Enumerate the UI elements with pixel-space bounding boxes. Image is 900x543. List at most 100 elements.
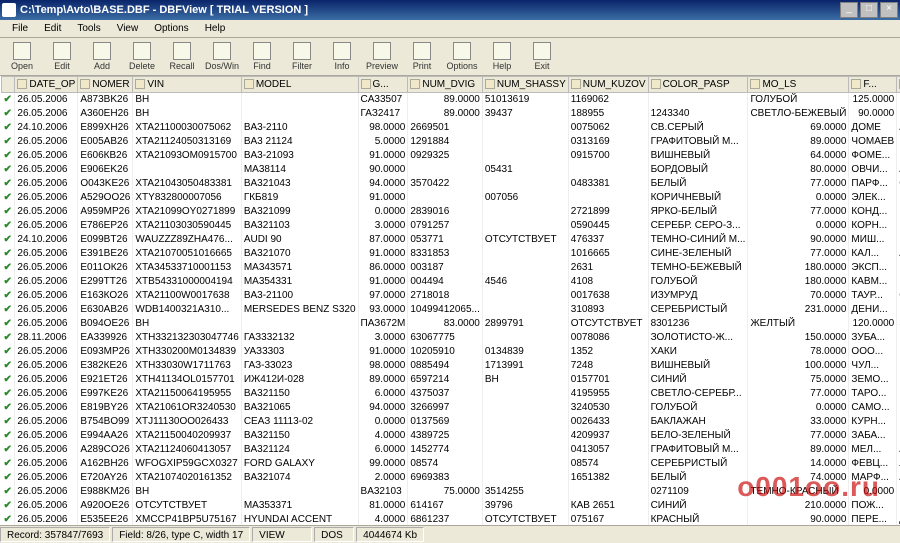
cell: BA3-21100 [241, 289, 358, 303]
col-header[interactable]: MO_LS [748, 77, 849, 93]
tool-edit[interactable]: Edit [42, 39, 82, 75]
tool-print[interactable]: Print [402, 39, 442, 75]
tool-help[interactable]: Help [482, 39, 522, 75]
table-row[interactable]: ✔26.05.2006E921ET26XTH41134ОL0157701ИЖ41… [1, 373, 900, 387]
cell: E988KM26 [78, 485, 133, 499]
tool-recall[interactable]: Recall [162, 39, 202, 75]
cell: WFOGXIP59GCX0327 [133, 457, 241, 471]
tool-open[interactable]: Open [2, 39, 42, 75]
table-row[interactable]: ✔26.05.2006E906EK26MA3811490.000005431БО… [1, 163, 900, 177]
tool-find[interactable]: Find [242, 39, 282, 75]
col-header[interactable]: COLOR_PASP [648, 77, 748, 93]
cell: ИЖ412И-028 [241, 373, 358, 387]
table-row[interactable]: ✔26.05.2006A162BH26WFOGXIP59GCX0327FORD … [1, 457, 900, 471]
tool-info[interactable]: Info [322, 39, 362, 75]
menu-file[interactable]: File [4, 21, 36, 36]
table-row[interactable]: ✔26.05.2006E997KE26XTA21150064195955BA32… [1, 387, 900, 401]
cell: 8331853 [408, 247, 483, 261]
cell: БЕЛЫЙ [648, 177, 748, 191]
col-header[interactable]: F... [849, 77, 897, 93]
cell: BA321099 [241, 205, 358, 219]
cell [241, 317, 358, 331]
cell: 1713991 [482, 359, 568, 373]
tool-delete[interactable]: Delete [122, 39, 162, 75]
menu-options[interactable]: Options [146, 21, 196, 36]
cell: 6969383 [408, 471, 483, 485]
cell: КОНД... [849, 205, 897, 219]
cell: СЕРЕБР. СЕРО-З... [648, 219, 748, 233]
maximize-button[interactable]: □ [860, 2, 878, 18]
table-row[interactable]: ✔26.05.2006E630AB26WDB1400321A310...MERS… [1, 303, 900, 317]
table-row[interactable]: ✔26.05.2006A920OE26ОТСУТСТВУЕТMA35337181… [1, 499, 900, 513]
col-header[interactable]: NUM_SHASSY [482, 77, 568, 93]
cell: 1352 [568, 345, 648, 359]
table-row[interactable]: ✔26.05.2006A873BK26BHCA3350789.000051013… [1, 93, 900, 107]
cell: E163КО26 [78, 289, 133, 303]
edit-icon [53, 42, 71, 60]
col-header[interactable] [1, 77, 15, 93]
menu-tools[interactable]: Tools [69, 21, 108, 36]
cell: O043KE26 [78, 177, 133, 191]
table-row[interactable]: ✔26.05.2006E011ОК26XTA34533710001153MA34… [1, 261, 900, 275]
minimize-button[interactable]: _ [840, 2, 858, 18]
table-row[interactable]: ✔26.05.2006E535EE26XМCCP41BP5U75167HYUND… [1, 513, 900, 526]
table-row[interactable]: ✔26.05.2006E163КО26XTA21100W0017638BA3-2… [1, 289, 900, 303]
table-row[interactable]: ✔26.05.2006E382КE26XTH33030W1711763ГАЗ-3… [1, 359, 900, 373]
table-row[interactable]: ✔26.05.2006A360EH26BHГАЗ241789.000039437… [1, 107, 900, 121]
cell: 63067775 [408, 331, 483, 345]
table-row[interactable]: ✔26.05.2006E988KM26BHBA3210375.000035142… [1, 485, 900, 499]
table-row[interactable]: ✔26.05.2006A959МР26XTA21099OY0271899BA32… [1, 205, 900, 219]
col-header[interactable]: NOMER [78, 77, 133, 93]
table-row[interactable]: ✔26.05.2006O043KE26XTA21043050483381BA32… [1, 177, 900, 191]
cell: УАЗ3303 [241, 345, 358, 359]
cell: 26.05.2006 [15, 485, 78, 499]
tool-doswin[interactable]: Dos/Win [202, 39, 242, 75]
tool-preview[interactable]: Preview [362, 39, 402, 75]
table-row[interactable]: ✔26.05.2006E093MP26XTH330200M0134839УАЗ3… [1, 345, 900, 359]
table-row[interactable]: ✔26.05.2006E994AA26XTA21150040209937BA32… [1, 429, 900, 443]
col-header[interactable]: NUM_DVIG [408, 77, 483, 93]
data-grid[interactable]: DATE_OPNOMERVINMODELG...NUM_DVIGNUM_SHAS… [0, 76, 900, 525]
table-row[interactable]: ✔24.10.2006E099BT26WAUZZZ89ZHA476...AUDI… [1, 233, 900, 247]
tool-add[interactable]: Add [82, 39, 122, 75]
cell: 3.0000 [358, 219, 408, 233]
col-header[interactable]: MODEL [241, 77, 358, 93]
table-row[interactable]: ✔26.05.2006E005AB26XTA21124050313169BA3 … [1, 135, 900, 149]
cell: 7248 [568, 359, 648, 373]
col-header[interactable]: DATE_OP [15, 77, 78, 93]
table-row[interactable]: ✔26.05.2006E819BY26XTA21061OR3240530BA32… [1, 401, 900, 415]
col-header[interactable]: VIN [133, 77, 241, 93]
cell: XTA21070051016665 [133, 247, 241, 261]
table-row[interactable]: ✔26.05.2006E786EP26XTA21103030590445BA32… [1, 219, 900, 233]
window-title: C:\Temp\Avto\BASE.DBF - DBFView [ TRIAL … [20, 4, 838, 16]
cell: ГОЛУБОЙ [648, 275, 748, 289]
menu-edit[interactable]: Edit [36, 21, 69, 36]
cell: XTH33030W1711763 [133, 359, 241, 373]
menu-view[interactable]: View [109, 21, 147, 36]
check-icon: ✔ [4, 346, 12, 357]
menu-help[interactable]: Help [197, 21, 234, 36]
cell: ГАЗ332132 [241, 331, 358, 345]
cell: 4.0000 [358, 429, 408, 443]
table-row[interactable]: ✔26.05.2006E299TT26XTB54331000004194MA35… [1, 275, 900, 289]
tool-filter[interactable]: Filter [282, 39, 322, 75]
table-row[interactable]: ✔24.10.2006E899XH26XTA21100030075062BA3-… [1, 121, 900, 135]
col-header[interactable]: NUM_KUZOV [568, 77, 648, 93]
col-header[interactable]: G... [358, 77, 408, 93]
cell [482, 387, 568, 401]
table-row[interactable]: ✔26.05.2006A289CO26XTA21124060413057BA32… [1, 443, 900, 457]
table-row[interactable]: ✔28.11.2006EA339926XTH332132303047746ГАЗ… [1, 331, 900, 345]
cell: САМО... [849, 401, 897, 415]
table-row[interactable]: ✔26.05.2006B094OE26BHПАЗ672М83.000028997… [1, 317, 900, 331]
tool-options[interactable]: Options [442, 39, 482, 75]
table-row[interactable]: ✔26.05.2006E720AY26XTA21074020161352BA32… [1, 471, 900, 485]
close-button[interactable]: × [880, 2, 898, 18]
table-row[interactable]: ✔26.05.2006E391BE26XTA21070051016665BA32… [1, 247, 900, 261]
cell: МЕЛ... [849, 443, 897, 457]
table-row[interactable]: ✔26.05.2006E606КB26XTA21093ОМ0915700BA3-… [1, 149, 900, 163]
table-row[interactable]: ✔26.05.2006B754BO99XTJ11130ОО026433СЕАЗ … [1, 415, 900, 429]
table-row[interactable]: ✔26.05.2006A529ОО26XTY832800007056ГКБ819… [1, 191, 900, 205]
tool-exit[interactable]: Exit [522, 39, 562, 75]
cell: 89.0000 [748, 443, 849, 457]
cell: 77.0000 [748, 387, 849, 401]
